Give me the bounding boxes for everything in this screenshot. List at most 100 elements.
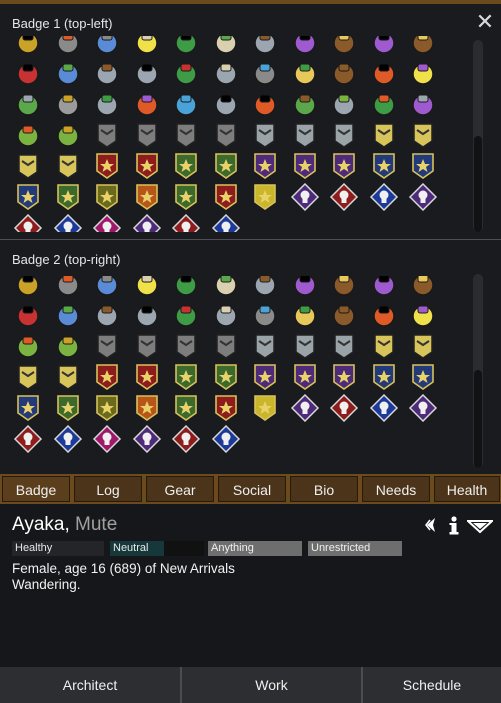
medal-green-icon[interactable] <box>53 183 87 213</box>
medal-navy-icon[interactable] <box>369 152 403 182</box>
mood-status-bar[interactable]: Neutral <box>110 541 204 556</box>
skull-red-icon[interactable] <box>171 213 205 232</box>
medal-purple-icon[interactable] <box>329 363 363 393</box>
info-icon[interactable] <box>447 516 461 535</box>
skull-blue-icon[interactable] <box>53 213 87 232</box>
medal-navy-icon[interactable] <box>369 363 403 393</box>
bookshelf-icon[interactable] <box>53 36 87 58</box>
skull-blue-icon[interactable] <box>53 424 87 455</box>
food-restriction-bar[interactable]: Anything <box>208 541 302 556</box>
rank-grey-icon[interactable] <box>211 332 245 362</box>
bone-cross-icon[interactable] <box>132 301 166 331</box>
rank-gold-icon[interactable] <box>13 363 47 393</box>
recycle-icon[interactable] <box>53 59 87 89</box>
dish-icon[interactable] <box>290 301 324 331</box>
egg-icon[interactable] <box>13 121 47 151</box>
no-smoking-icon[interactable] <box>329 36 363 58</box>
medal-navy-icon[interactable] <box>13 394 47 424</box>
traffic-light-icon[interactable] <box>369 276 403 300</box>
health-status-bar[interactable]: Healthy <box>12 541 104 556</box>
medal-red-icon[interactable] <box>132 363 166 393</box>
trash-can-icon[interactable] <box>92 59 126 89</box>
medal-green-icon[interactable] <box>211 152 245 182</box>
schedule-button[interactable]: Schedule <box>363 667 501 703</box>
medal-yellow-icon[interactable] <box>250 394 284 424</box>
tab-needs[interactable]: Needs <box>362 476 430 502</box>
lemons-icon[interactable] <box>13 301 47 331</box>
scrollbar-thumb[interactable] <box>474 370 482 468</box>
skull-purple-icon[interactable] <box>132 213 166 232</box>
rank-gold-icon[interactable] <box>53 152 87 182</box>
medal-red-icon[interactable] <box>132 152 166 182</box>
skull-red-icon[interactable] <box>329 182 363 213</box>
rank-grey-icon[interactable] <box>171 121 205 151</box>
plate-icon[interactable] <box>408 90 442 120</box>
beer-mug-icon[interactable] <box>408 59 442 89</box>
magnifier-glass-icon[interactable] <box>171 59 205 89</box>
area-restriction-bar[interactable]: Unrestricted <box>308 541 402 556</box>
beer-mug-icon[interactable] <box>408 301 442 331</box>
magnifier-icon[interactable] <box>171 36 205 58</box>
teacup-icon[interactable] <box>53 90 87 120</box>
beer-icon[interactable] <box>408 276 442 300</box>
tab-log[interactable]: Log <box>74 476 142 502</box>
bookshelf-icon[interactable] <box>53 276 87 300</box>
tab-social[interactable]: Social <box>218 476 286 502</box>
skull-pink-icon[interactable] <box>92 424 126 455</box>
skull-purple-icon[interactable] <box>408 182 442 213</box>
tab-badge[interactable]: Badge <box>2 476 70 502</box>
rank-grey-icon[interactable] <box>92 332 126 362</box>
skull-purple-icon[interactable] <box>290 182 324 213</box>
trash-can-icon[interactable] <box>92 301 126 331</box>
rank-gold-icon[interactable] <box>408 121 442 151</box>
architect-button[interactable]: Architect <box>0 667 182 703</box>
rank-silver-icon[interactable] <box>329 121 363 151</box>
medal-green-icon[interactable] <box>171 152 205 182</box>
medal-orange-icon[interactable] <box>132 394 166 424</box>
skull-red-icon[interactable] <box>13 213 47 232</box>
gear-atom-icon[interactable] <box>211 301 245 331</box>
lemons-icon[interactable] <box>13 59 47 89</box>
gear-atom-icon[interactable] <box>211 59 245 89</box>
skull-purple-icon[interactable] <box>132 424 166 455</box>
medal-navy-icon[interactable] <box>13 183 47 213</box>
ration-icon[interactable] <box>369 301 403 331</box>
scrollbar[interactable] <box>473 40 483 232</box>
chevron-down-icon[interactable] <box>465 516 495 534</box>
chemistry-icon[interactable] <box>250 301 284 331</box>
bone-icon[interactable] <box>132 276 166 300</box>
medal-navy-icon[interactable] <box>408 152 442 182</box>
skull-purple-icon[interactable] <box>408 393 442 424</box>
skull-red-icon[interactable] <box>13 424 47 455</box>
drum-icon[interactable] <box>92 36 126 58</box>
medal-olive-icon[interactable] <box>92 394 126 424</box>
tab-bio[interactable]: Bio <box>290 476 358 502</box>
beer-icon[interactable] <box>408 36 442 58</box>
lemon-icon[interactable] <box>13 90 47 120</box>
rank-grey-icon[interactable] <box>132 121 166 151</box>
work-button[interactable]: Work <box>182 667 363 703</box>
tab-gear[interactable]: Gear <box>146 476 214 502</box>
medal-orange-icon[interactable] <box>132 183 166 213</box>
rank-grey-icon[interactable] <box>132 332 166 362</box>
bone-cross-icon[interactable] <box>132 59 166 89</box>
rank-grey-icon[interactable] <box>171 332 205 362</box>
rank-gold-icon[interactable] <box>408 332 442 362</box>
bone-icon[interactable] <box>132 36 166 58</box>
skull-blue-icon[interactable] <box>369 182 403 213</box>
drum-icon[interactable] <box>92 276 126 300</box>
rank-silver-icon[interactable] <box>290 121 324 151</box>
detective-icon[interactable] <box>13 276 47 300</box>
medal-green-icon[interactable] <box>53 394 87 424</box>
pill-bottle-icon[interactable] <box>211 90 245 120</box>
atom-icon[interactable] <box>211 276 245 300</box>
steak-icon[interactable] <box>53 332 87 362</box>
no-sign-icon[interactable] <box>329 301 363 331</box>
scrollbar[interactable] <box>473 274 483 468</box>
rank-grey-icon[interactable] <box>211 121 245 151</box>
skull-red-icon[interactable] <box>171 424 205 455</box>
satellite-icon[interactable] <box>290 36 324 58</box>
rename-icon[interactable] <box>423 516 439 534</box>
medal-green-icon[interactable] <box>211 363 245 393</box>
leaf-icon[interactable] <box>92 90 126 120</box>
